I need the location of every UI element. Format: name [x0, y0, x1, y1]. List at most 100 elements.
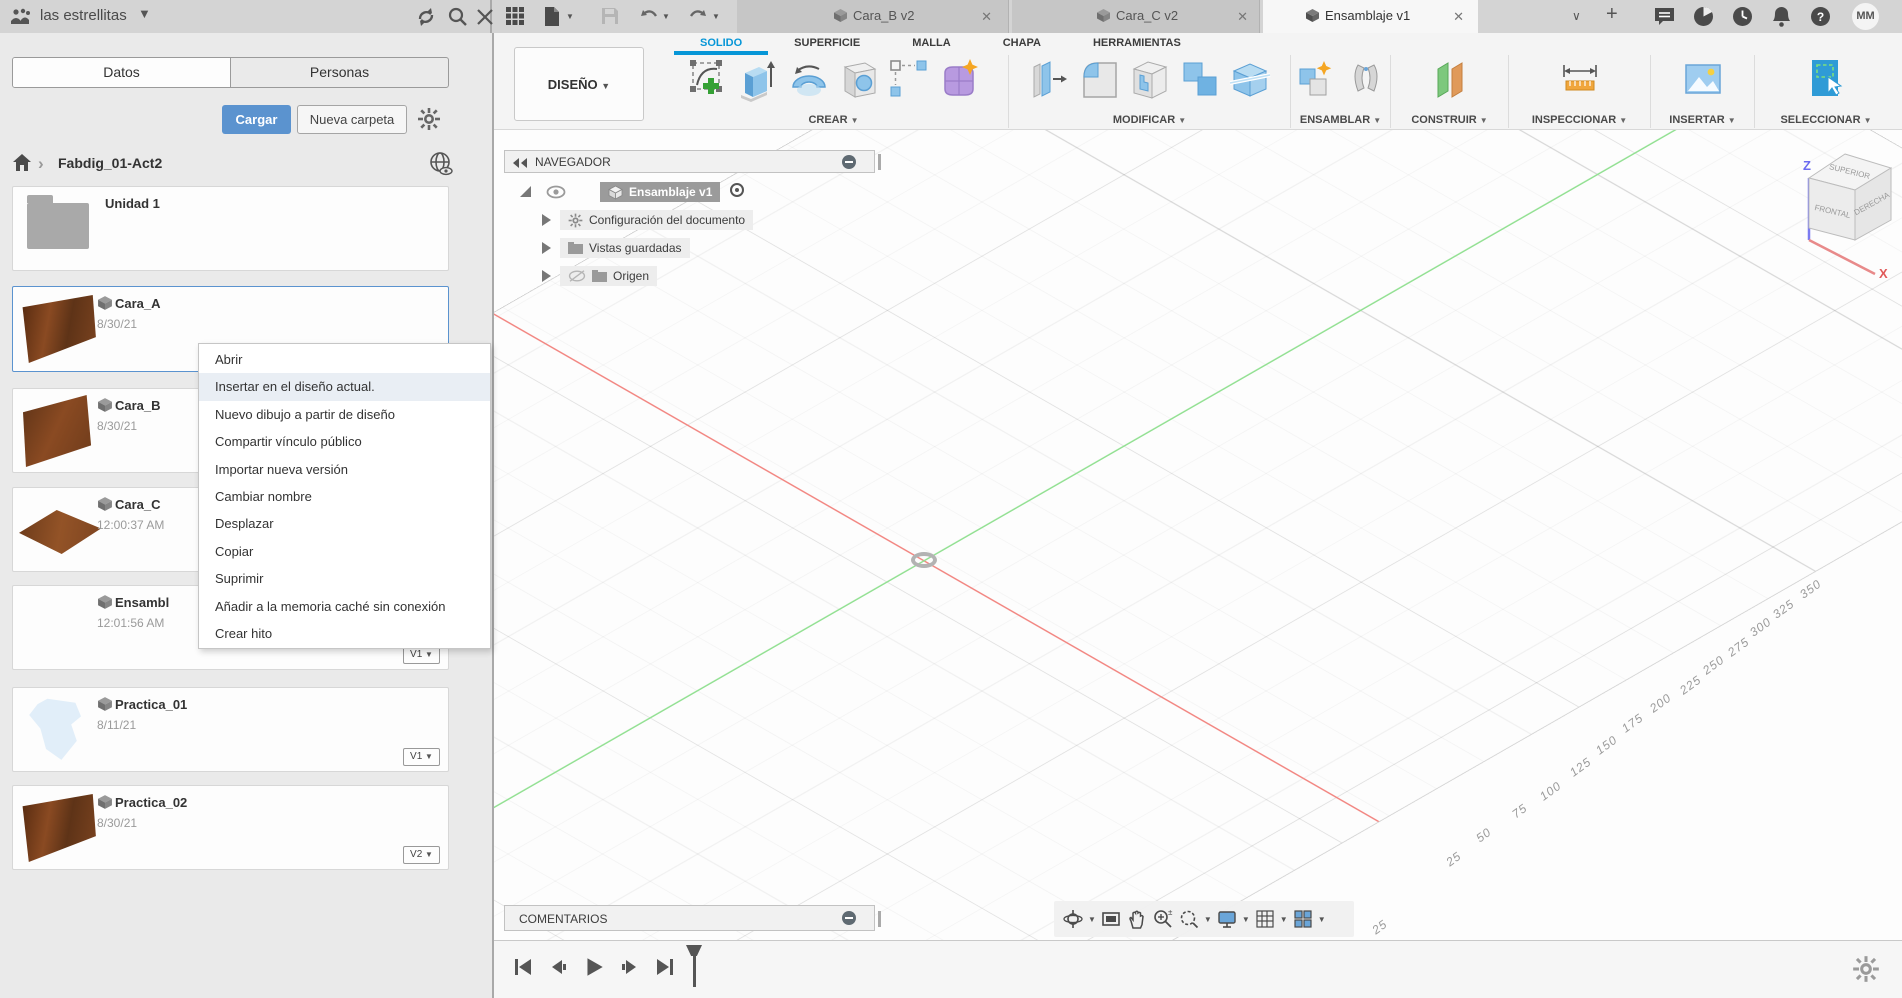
- close-icon[interactable]: ✕: [981, 9, 992, 25]
- chevron-down-icon[interactable]: ▼: [1318, 915, 1326, 924]
- redo-icon[interactable]: [688, 6, 710, 28]
- chevron-down-icon[interactable]: ▼: [1242, 915, 1250, 924]
- chevron-down-icon[interactable]: ▼: [662, 12, 670, 21]
- pattern-icon[interactable]: [887, 57, 931, 103]
- tab-title[interactable]: Cara_C v2: [1116, 8, 1178, 23]
- joint-icon[interactable]: [1344, 57, 1388, 103]
- create-sketch-icon[interactable]: [687, 57, 731, 103]
- job-status-clock-icon[interactable]: [1731, 5, 1755, 29]
- fit-view-icon[interactable]: [1178, 908, 1200, 930]
- close-icon[interactable]: ✕: [1453, 9, 1464, 25]
- grid-settings-icon[interactable]: [1254, 908, 1276, 930]
- tree-row-document-settings[interactable]: Configuración del documento: [494, 210, 894, 232]
- context-menu-item[interactable]: Desplazar: [199, 510, 490, 537]
- chevron-down-icon[interactable]: ▼: [138, 6, 151, 21]
- ribbon-tab-superficie[interactable]: SUPERFICIE: [768, 37, 886, 55]
- context-menu-item[interactable]: Insertar en el diseño actual.: [199, 373, 490, 401]
- refresh-icon[interactable]: [415, 6, 437, 28]
- expand-open-icon[interactable]: [520, 186, 531, 197]
- chevron-down-icon[interactable]: ▼: [1280, 915, 1288, 924]
- tab-list-chevron-icon[interactable]: ∨: [1572, 9, 1581, 23]
- split-body-icon[interactable]: [1228, 57, 1272, 103]
- tree-row-origin[interactable]: Origen: [494, 266, 894, 288]
- play-icon[interactable]: [582, 955, 606, 979]
- section-dropdown-modificar[interactable]: MODIFICAR ▼: [1009, 114, 1290, 126]
- undo-icon[interactable]: [637, 6, 659, 28]
- combine-icon[interactable]: [1178, 57, 1222, 103]
- saved-views-node[interactable]: Vistas guardadas: [560, 238, 690, 258]
- project-card[interactable]: Practica_01 8/11/21 V1 ▼: [12, 687, 449, 772]
- context-menu-item[interactable]: Añadir a la memoria caché sin conexión: [199, 593, 490, 620]
- extrude-icon[interactable]: [737, 57, 781, 103]
- project-card[interactable]: Practica_02 8/30/21 V2 ▼: [12, 785, 449, 870]
- tab-personas[interactable]: Personas: [231, 58, 448, 87]
- timeline-settings-gear-icon[interactable]: [1852, 955, 1880, 983]
- close-panel-icon[interactable]: [474, 6, 496, 28]
- app-grid-icon[interactable]: [505, 6, 527, 28]
- origin-node[interactable]: Origen: [560, 266, 658, 286]
- panel-minimize-icon[interactable]: [842, 155, 856, 169]
- step-back-icon[interactable]: [547, 956, 569, 978]
- insert-image-icon[interactable]: [1681, 57, 1725, 103]
- new-component-icon[interactable]: [1294, 57, 1338, 103]
- project-card-folder[interactable]: Unidad 1: [12, 186, 449, 271]
- notifications-bell-icon[interactable]: [1770, 5, 1794, 29]
- section-dropdown-inspeccionar[interactable]: INSPECCIONAR ▼: [1509, 114, 1650, 126]
- help-icon[interactable]: ?: [1809, 5, 1833, 29]
- extensions-icon[interactable]: [1692, 5, 1716, 29]
- visibility-eye-icon[interactable]: [546, 184, 566, 200]
- workspace-name[interactable]: las estrellitas: [40, 7, 127, 24]
- search-icon[interactable]: [447, 6, 469, 28]
- shell-icon[interactable]: [1128, 57, 1172, 103]
- document-tab-active[interactable]: Ensamblaje v1 ✕: [1263, 0, 1478, 33]
- new-folder-button[interactable]: Nueva carpeta: [297, 105, 407, 134]
- comments-panel-header[interactable]: COMENTARIOS: [504, 905, 881, 931]
- skip-to-end-icon[interactable]: [654, 956, 676, 978]
- panel-settings-gear-icon[interactable]: [417, 107, 441, 131]
- display-settings-icon[interactable]: [1216, 908, 1238, 930]
- scrollbar-thumb[interactable]: [878, 911, 881, 927]
- section-dropdown-seleccionar[interactable]: SELECCIONAR ▼: [1755, 114, 1897, 126]
- context-menu-item[interactable]: Nuevo dibujo a partir de diseño: [199, 401, 490, 428]
- section-dropdown-construir[interactable]: CONSTRUIR ▼: [1391, 114, 1508, 126]
- root-node[interactable]: Ensamblaje v1: [600, 182, 721, 202]
- skip-to-start-icon[interactable]: [512, 956, 534, 978]
- expand-closed-icon[interactable]: [542, 270, 551, 282]
- section-dropdown-crear[interactable]: CREAR ▼: [659, 114, 1008, 126]
- tab-title[interactable]: Cara_B v2: [853, 8, 914, 23]
- panel-minimize-icon[interactable]: [842, 911, 856, 925]
- tab-datos[interactable]: Datos: [13, 58, 231, 87]
- step-forward-icon[interactable]: [619, 956, 641, 978]
- viewports-icon[interactable]: [1292, 908, 1314, 930]
- activate-component-radio[interactable]: [730, 183, 744, 197]
- chevron-down-icon[interactable]: ▼: [1088, 915, 1096, 924]
- chevron-down-icon[interactable]: ▼: [712, 12, 720, 21]
- feedback-icon[interactable]: [1653, 5, 1677, 29]
- viewport-3d[interactable]: 350 325 300 275 250 225 200 175 150 125 100 75 50 25 2…: [494, 130, 1902, 940]
- document-settings-node[interactable]: Configuración del documento: [560, 210, 754, 230]
- expand-closed-icon[interactable]: [542, 242, 551, 254]
- breadcrumb-folder[interactable]: Fabdig_01-Act2: [58, 155, 162, 171]
- expand-closed-icon[interactable]: [542, 214, 551, 226]
- navigator-panel-header[interactable]: NAVEGADOR: [504, 150, 881, 173]
- scrollbar-thumb[interactable]: [878, 154, 881, 170]
- pan-hand-icon[interactable]: [1126, 908, 1148, 930]
- tab-title[interactable]: Ensamblaje v1: [1325, 8, 1410, 23]
- view-cube[interactable]: Z X SUPERIOR FRONTAL DERECHA: [1787, 148, 1902, 278]
- ribbon-tab-chapa[interactable]: CHAPA: [977, 37, 1067, 55]
- timeline-position-marker[interactable]: [686, 945, 702, 989]
- revolve-icon[interactable]: [787, 57, 831, 103]
- shared-globe-icon[interactable]: [428, 151, 454, 177]
- look-at-icon[interactable]: [1100, 908, 1122, 930]
- ribbon-tab-solido[interactable]: SOLIDO: [674, 37, 769, 55]
- user-avatar[interactable]: MM: [1852, 3, 1879, 30]
- context-menu-item[interactable]: Abrir: [199, 346, 490, 373]
- context-menu-item[interactable]: Importar nueva versión: [199, 456, 490, 483]
- context-menu-item[interactable]: Cambiar nombre: [199, 483, 490, 510]
- section-dropdown-ensamblar[interactable]: ENSAMBLAR ▼: [1291, 114, 1390, 126]
- new-file-icon[interactable]: [543, 6, 565, 28]
- workspace-selector-button[interactable]: DISEÑO ▼: [514, 47, 644, 121]
- construction-plane-icon[interactable]: [1428, 57, 1472, 103]
- context-menu-item[interactable]: Copiar: [199, 538, 490, 565]
- version-badge[interactable]: V2 ▼: [403, 846, 440, 864]
